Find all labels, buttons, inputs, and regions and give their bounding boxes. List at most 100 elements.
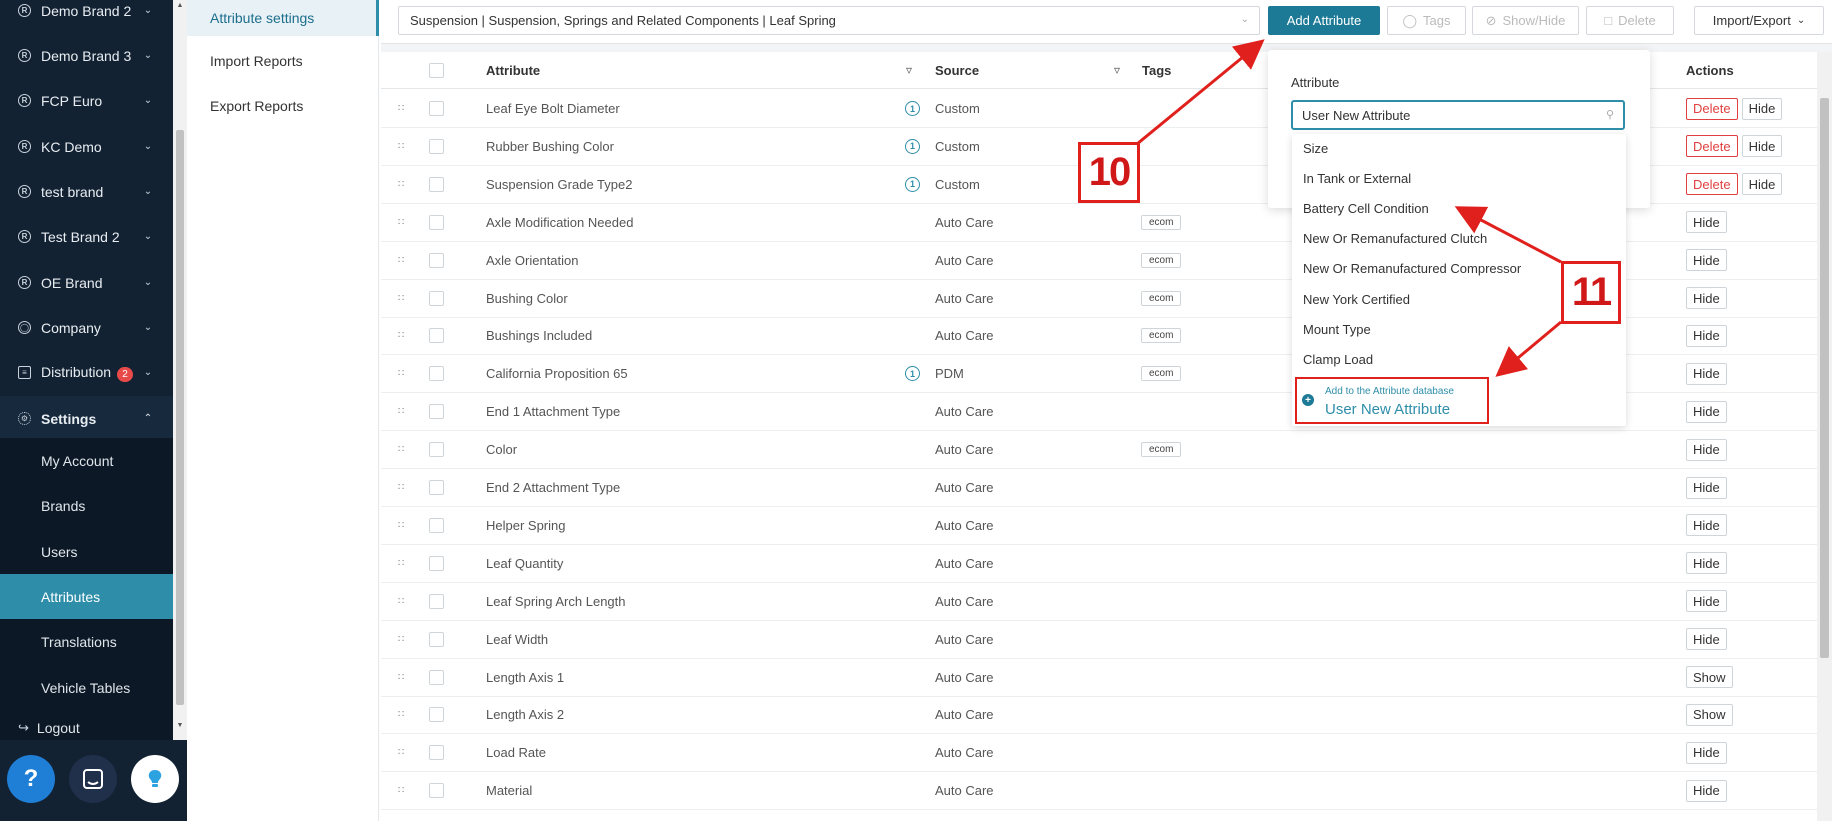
subnav-import-reports[interactable]: Import Reports <box>187 38 379 83</box>
drag-handle-icon[interactable]: ∷ <box>398 355 404 392</box>
show-hide-button[interactable]: ⊘ Show/Hide <box>1472 6 1579 35</box>
row-checkbox[interactable] <box>429 404 444 420</box>
row-checkbox[interactable] <box>429 214 444 230</box>
submenu-item-users[interactable]: Users <box>0 529 173 574</box>
drag-handle-icon[interactable]: ∷ <box>398 280 404 317</box>
category-select[interactable]: Suspension | Suspension, Springs and Rel… <box>398 6 1260 35</box>
scrollbar-thumb[interactable] <box>176 130 184 705</box>
drag-handle-icon[interactable]: ∷ <box>398 507 404 544</box>
help-icon[interactable]: ? <box>7 755 55 803</box>
drag-handle-icon[interactable]: ∷ <box>398 734 404 771</box>
show-button[interactable]: Show <box>1686 666 1733 688</box>
suggestion-item[interactable]: New Or Remanufactured Clutch <box>1303 231 1487 246</box>
subnav-export-reports[interactable]: Export Reports <box>187 83 379 128</box>
hide-button[interactable]: Hide <box>1686 779 1727 802</box>
add-to-database-option[interactable]: + Add to the Attribute database User New… <box>1295 377 1489 424</box>
row-checkbox[interactable] <box>429 176 444 192</box>
sidebar-item-kc-demo[interactable]: R KC Demo ⌄ <box>0 124 173 169</box>
scrollbar-thumb[interactable] <box>1820 98 1829 658</box>
drag-handle-icon[interactable]: ∷ <box>398 545 404 582</box>
row-checkbox[interactable] <box>429 707 444 723</box>
sidebar-item-settings[interactable]: ⚙ Settings ⌃ <box>0 396 173 441</box>
drag-handle-icon[interactable]: ∷ <box>398 204 404 241</box>
row-checkbox[interactable] <box>429 555 444 571</box>
delete-button[interactable]: Delete <box>1686 97 1738 120</box>
delete-button[interactable]: Delete <box>1686 135 1738 158</box>
scroll-down-icon[interactable]: ▼ <box>176 722 184 729</box>
hide-button[interactable]: Hide <box>1741 135 1783 158</box>
drag-handle-icon[interactable]: ∷ <box>398 431 404 468</box>
suggestion-item[interactable]: Size <box>1303 141 1328 156</box>
suggestion-item[interactable]: Battery Cell Condition <box>1303 201 1429 216</box>
show-button[interactable]: Show <box>1686 703 1733 726</box>
submenu-item-my-account[interactable]: My Account <box>0 438 173 483</box>
hide-button[interactable]: Hide <box>1686 249 1727 272</box>
drag-handle-icon[interactable]: ∷ <box>398 242 404 279</box>
tags-button[interactable]: ◯ Tags <box>1387 6 1466 35</box>
row-checkbox[interactable] <box>429 138 444 154</box>
sidebar-item-test-brand-2[interactable]: R Test Brand 2 ⌄ <box>0 214 173 259</box>
row-checkbox[interactable] <box>429 480 444 495</box>
suggestion-item[interactable]: In Tank or External <box>1303 171 1411 186</box>
header-attribute[interactable]: Attribute <box>486 52 540 88</box>
row-checkbox[interactable] <box>429 328 444 344</box>
info-icon[interactable]: 1 <box>905 176 920 192</box>
drag-handle-icon[interactable]: ∷ <box>398 621 404 658</box>
suggestion-item[interactable]: Clamp Load <box>1303 352 1373 367</box>
submenu-item-translations[interactable]: Translations <box>0 619 173 664</box>
chat-icon[interactable] <box>69 755 117 803</box>
hide-button[interactable]: Hide <box>1686 211 1727 234</box>
drag-handle-icon[interactable]: ∷ <box>398 469 404 506</box>
info-icon[interactable]: 1 <box>905 138 920 154</box>
drag-handle-icon[interactable]: ∷ <box>398 772 404 809</box>
hide-button[interactable]: Hide <box>1686 552 1727 575</box>
hide-button[interactable]: Hide <box>1686 362 1727 385</box>
hide-button[interactable]: Hide <box>1686 438 1727 461</box>
row-checkbox[interactable] <box>429 783 444 799</box>
row-checkbox[interactable] <box>429 593 444 609</box>
sidebar-item-company[interactable]: ◯ Company ⌄ <box>0 305 173 350</box>
row-checkbox[interactable] <box>429 366 444 382</box>
drag-handle-icon[interactable]: ∷ <box>398 696 404 733</box>
info-icon[interactable]: 1 <box>905 366 920 382</box>
drag-handle-icon[interactable]: ∷ <box>398 393 404 430</box>
attribute-search-input[interactable] <box>1291 100 1625 130</box>
hide-button[interactable]: Hide <box>1741 97 1783 120</box>
row-checkbox[interactable] <box>429 252 444 268</box>
hide-button[interactable]: Hide <box>1686 514 1727 537</box>
header-source[interactable]: Source <box>935 52 979 88</box>
info-icon[interactable]: 1 <box>905 101 920 116</box>
submenu-item-brands[interactable]: Brands <box>0 483 173 528</box>
add-attribute-button[interactable]: Add Attribute <box>1268 6 1380 35</box>
scroll-up-icon[interactable]: ▲ <box>176 2 184 9</box>
lightbulb-icon[interactable] <box>131 755 179 803</box>
drag-handle-icon[interactable]: ∷ <box>398 128 404 165</box>
drag-handle-icon[interactable]: ∷ <box>398 90 404 127</box>
hide-button[interactable]: Hide <box>1686 324 1727 347</box>
submenu-item-vehicle-tables[interactable]: Vehicle Tables <box>0 665 173 710</box>
drag-handle-icon[interactable]: ∷ <box>398 166 404 203</box>
sidebar-item-demo-brand-2[interactable]: R Demo Brand 2 ⌄ <box>0 0 173 33</box>
sidebar-item-oe-brand[interactable]: R OE Brand ⌄ <box>0 260 173 305</box>
row-checkbox[interactable] <box>429 290 444 306</box>
row-checkbox[interactable] <box>429 101 444 116</box>
row-checkbox[interactable] <box>429 442 444 458</box>
logout-link[interactable]: ↪ Logout <box>0 712 173 740</box>
hide-button[interactable]: Hide <box>1686 741 1727 764</box>
sidebar-item-test-brand[interactable]: R test brand ⌄ <box>0 169 173 214</box>
hide-button[interactable]: Hide <box>1686 590 1727 613</box>
import-export-button[interactable]: Import/Export ⌄ <box>1694 6 1824 35</box>
select-all-checkbox[interactable] <box>429 62 444 78</box>
submenu-item-attributes[interactable]: Attributes <box>0 574 173 619</box>
drag-handle-icon[interactable]: ∷ <box>398 659 404 696</box>
row-checkbox[interactable] <box>429 517 444 533</box>
delete-button[interactable]: Delete <box>1686 173 1738 196</box>
subnav-attribute-settings[interactable]: Attribute settings <box>187 0 379 36</box>
row-checkbox[interactable] <box>429 745 444 761</box>
hide-button[interactable]: Hide <box>1686 400 1727 423</box>
filter-icon[interactable]: ▿ <box>906 52 912 88</box>
drag-handle-icon[interactable]: ∷ <box>398 583 404 620</box>
drag-handle-icon[interactable]: ∷ <box>398 317 404 354</box>
hide-button[interactable]: Hide <box>1686 628 1727 651</box>
filter-icon[interactable]: ▿ <box>1114 52 1120 88</box>
